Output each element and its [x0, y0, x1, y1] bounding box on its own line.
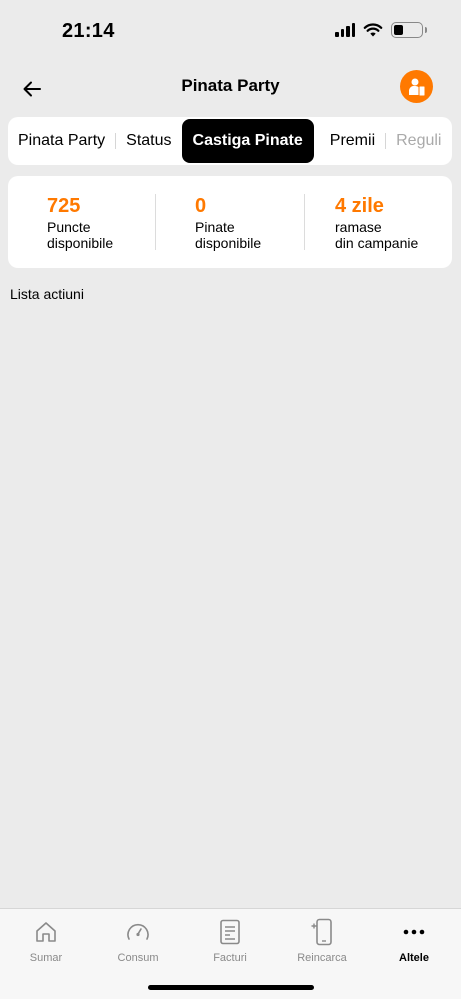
nav-item-reincarca[interactable]: Reincarca	[276, 917, 368, 964]
wifi-icon	[363, 22, 383, 36]
stat-label: disponibile	[47, 235, 114, 251]
nav-item-altele[interactable]: Altele	[368, 917, 460, 964]
home-indicator	[148, 985, 314, 990]
tab-castiga-pinate[interactable]: Castiga Pinate	[181, 119, 314, 163]
status-bar: 21:14	[0, 0, 461, 60]
stat-points: 725 Puncte disponibile	[47, 194, 113, 251]
stat-label: ramase	[335, 219, 382, 235]
nav-label: Consum	[117, 952, 159, 964]
page-title: Pinata Party	[181, 76, 280, 95]
header: Pinata Party	[0, 64, 461, 112]
more-dots-icon	[403, 929, 425, 935]
status-icons	[335, 22, 427, 38]
stat-label: din campanie	[335, 235, 419, 251]
tab-reguli[interactable]: Reguli	[386, 119, 451, 163]
stat-label: Pinate	[195, 219, 235, 235]
tab-pinata-party[interactable]: Pinata Party	[8, 119, 115, 163]
gauge-icon	[127, 923, 149, 940]
stat-pinatas: 0 Pinate disponibile	[195, 194, 261, 251]
section-title: Lista actiuni	[10, 286, 84, 302]
battery-icon	[391, 22, 427, 38]
nav-item-consum[interactable]: Consum	[92, 917, 184, 964]
stat-label: Puncte	[47, 219, 91, 235]
nav-label: Facturi	[213, 952, 247, 964]
stat-divider	[155, 194, 156, 250]
stat-value: 4 zile	[335, 195, 384, 217]
nav-item-facturi[interactable]: Facturi	[184, 917, 276, 964]
tabs-bar: Pinata Party Status Castiga Pinate Premi…	[8, 117, 452, 165]
user-account-icon	[408, 78, 425, 96]
stat-value: 725	[47, 195, 81, 217]
stat-divider	[304, 194, 305, 250]
nav-label: Altele	[399, 952, 429, 964]
nav-label: Sumar	[29, 952, 63, 964]
stat-label: disponibile	[195, 235, 262, 251]
status-time: 21:14	[62, 20, 115, 42]
nav-item-sumar[interactable]: Sumar	[0, 917, 92, 964]
tab-status[interactable]: Status	[116, 119, 181, 163]
nav-label: Reincarca	[297, 952, 347, 964]
stat-days-left: 4 zile ramase din campanie	[335, 194, 418, 251]
invoice-icon	[220, 919, 240, 945]
profile-button[interactable]	[400, 70, 433, 103]
phone-topup-icon	[311, 918, 332, 946]
tab-premii[interactable]: Premii	[314, 119, 385, 163]
home-icon	[36, 922, 56, 942]
cellular-signal-icon	[335, 23, 355, 37]
stat-value: 0	[195, 195, 207, 217]
stats-card: 725 Puncte disponibile 0 Pinate disponib…	[8, 176, 452, 268]
